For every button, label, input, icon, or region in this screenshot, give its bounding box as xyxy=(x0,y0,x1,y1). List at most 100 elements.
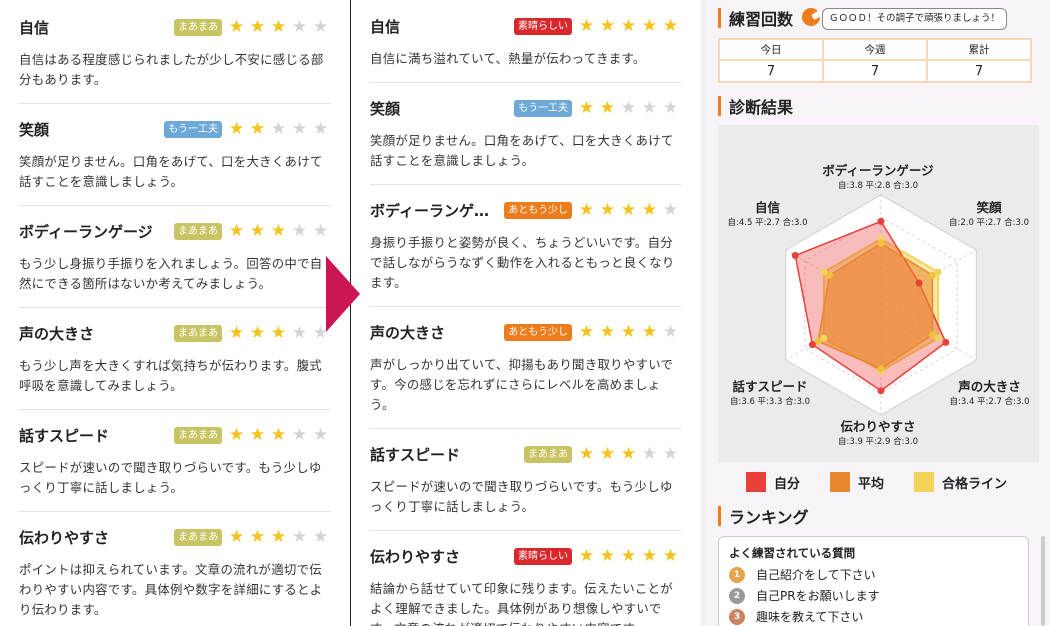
rating-badge: まあまあ xyxy=(174,528,222,546)
star-icon: ★ xyxy=(249,220,266,241)
ranking-row[interactable]: 1 自己紹介をして下さい xyxy=(729,564,1018,585)
star-rating: ★ ★ ★ ★ ★ xyxy=(576,321,681,342)
evaluation-item: 話すスピード まあまあ ★ ★ ★ ★ ★ スピードが速いので聞き取りづらいです。もう少しゆっ… xyxy=(370,441,681,531)
evaluation-comment: 笑顔が足りません。口角をあげて、口を大きくあけて話すことを意識しましょう。 xyxy=(19,154,323,189)
star-icon: ★ xyxy=(270,322,287,343)
star-icon: ★ xyxy=(662,545,679,566)
ranking-label: 自己紹介をして下さい xyxy=(756,568,876,582)
scrollbar[interactable] xyxy=(1041,536,1045,626)
star-icon: ★ xyxy=(662,321,679,342)
star-icon: ★ xyxy=(662,15,679,36)
evaluation-title: 声の大きさ xyxy=(370,323,446,342)
star-rating: ★ ★ ★ ★ ★ xyxy=(226,118,331,139)
rating-badge: 素晴らしい xyxy=(514,547,572,565)
star-icon: ★ xyxy=(620,443,637,464)
evaluation-item: 自信 素晴らしい ★ ★ ★ ★ ★ 自信に満ち溢れていて、熱量が伝わってきます。 xyxy=(370,13,681,83)
left-evaluation-panel[interactable]: 自信 まあまあ ★ ★ ★ ★ ★ 自信はある程度感じられましたが少し不安に感じる部分もありま… xyxy=(0,0,349,626)
star-icon: ★ xyxy=(620,199,637,220)
radar-label-speed: 話すスピード 自:3.6 平:3.3 合:3.0 xyxy=(720,376,820,407)
practice-count-header: 練習回数 ＧＯＯＤ！その調子で頑張りましょう！ xyxy=(706,4,1050,30)
legend-item-average: 平均 xyxy=(830,472,884,492)
evaluation-title: 話すスピード xyxy=(370,445,461,464)
medal-bronze-icon: 3 xyxy=(729,608,745,625)
evaluation-header: 伝わりやすさ まあまあ ★ ★ ★ ★ ★ xyxy=(19,524,331,550)
star-rating: ★ ★ ★ ★ ★ xyxy=(576,545,681,566)
radar-label-clarity: 伝わりやすさ 自:3.9 平:2.9 合:3.0 xyxy=(828,416,928,447)
evaluation-item: 伝わりやすさ まあまあ ★ ★ ★ ★ ★ ポイントは抑えられています。文章の流れが適切で伝わ… xyxy=(19,524,331,626)
ranking-row[interactable]: 3 趣味を教えて下さい xyxy=(729,606,1018,626)
star-rating: ★ ★ ★ ★ ★ xyxy=(226,424,331,445)
radar-chart: ボディーランゲージ 自:3.8 平:2.8 合:3.0 笑顔 自:2.0 平:2… xyxy=(718,125,1039,462)
evaluation-comment: もう少し身振り手振りを入れましょう。回答の中で自然にできる箇所はないか考えてみま… xyxy=(19,256,323,291)
evaluation-header: 声の大きさ あともう少し ★ ★ ★ ★ ★ xyxy=(370,319,681,345)
arrow-right-icon xyxy=(326,256,360,332)
radar-point-self xyxy=(942,338,950,346)
rating-badge: 素晴らしい xyxy=(514,17,572,35)
radar-point-self xyxy=(808,341,816,349)
evaluation-item: 笑顔 もう一工夫 ★ ★ ★ ★ ★ 笑顔が足りません。口角をあげて、口を大きくあけて話すこと… xyxy=(19,116,331,206)
evaluation-header: 声の大きさ まあまあ ★ ★ ★ ★ ★ xyxy=(19,320,331,346)
star-icon: ★ xyxy=(641,443,658,464)
count-value-today: 7 xyxy=(718,59,824,83)
axis-values: 自:3.9 平:2.9 合:3.0 xyxy=(837,437,919,447)
axis-name: ボディーランゲージ xyxy=(822,163,934,178)
star-icon: ★ xyxy=(599,199,616,220)
star-rating: ★ ★ ★ ★ ★ xyxy=(576,199,681,220)
evaluation-comment: 声がしっかり出ていて、抑揚もあり聞き取りやすいです。今の感じを忘れずにさらにレベ… xyxy=(370,357,674,412)
star-icon: ★ xyxy=(270,220,287,241)
star-icon: ★ xyxy=(270,424,287,445)
star-rating: ★ ★ ★ ★ ★ xyxy=(576,99,681,117)
star-icon: ★ xyxy=(662,443,679,464)
evaluation-list-left: 自信 まあまあ ★ ★ ★ ★ ★ 自信はある程度感じられましたが少し不安に感じる部分もありま… xyxy=(0,14,349,626)
ranking-box: よく練習されている質問 1 自己紹介をして下さい 2 自己PRをお願いします 3… xyxy=(718,536,1029,626)
evaluation-comment: もう少し声を大きくすれば気持ちが伝わります。腹式呼吸を意識してみましょう。 xyxy=(19,358,322,393)
radar-point-average xyxy=(877,239,885,247)
star-icon: ★ xyxy=(249,424,266,445)
star-icon: ★ xyxy=(228,322,245,343)
evaluation-item: 笑顔 もう一工夫 ★ ★ ★ ★ ★ 笑顔が足りません。口角をあげて、口を大きくあけて話すこと… xyxy=(370,95,681,185)
rating-badge: あともう少し xyxy=(504,323,572,341)
star-icon: ★ xyxy=(641,15,658,36)
star-icon: ★ xyxy=(641,321,658,342)
star-icon: ★ xyxy=(599,545,616,566)
diagnosis-title: 診断結果 xyxy=(729,98,794,117)
star-icon: ★ xyxy=(578,15,595,36)
star-icon: ★ xyxy=(228,118,245,139)
results-panel[interactable]: 練習回数 ＧＯＯＤ！その調子で頑張りましょう！ 今日 今週 累計 7 7 7 診… xyxy=(706,0,1050,626)
star-icon: ★ xyxy=(291,322,308,343)
rating-badge: もう一工夫 xyxy=(164,120,222,138)
evaluation-header: 話すスピード まあまあ ★ ★ ★ ★ ★ xyxy=(19,422,331,448)
evaluation-title: 笑顔 xyxy=(370,99,401,118)
ranking-label: 趣味を教えて下さい xyxy=(756,610,864,624)
evaluation-comment: スピードが速いので聞き取りづらいです。もう少しゆっくり丁寧に話しましょう。 xyxy=(370,479,673,514)
star-icon: ★ xyxy=(228,526,245,547)
ranking-row[interactable]: 2 自己PRをお願いします xyxy=(729,585,1018,606)
rating-badge: まあまあ xyxy=(174,222,222,240)
star-rating: ★ ★ ★ ★ ★ xyxy=(576,443,681,464)
star-icon: ★ xyxy=(249,322,266,343)
evaluation-comment: 身振り手振りと姿勢が良く、ちょうどいいです。自分で話しながらうなずく動作を入れる… xyxy=(370,235,675,290)
axis-values: 自:4.5 平:2.7 合:3.0 xyxy=(727,218,808,228)
rating-badge: まあまあ xyxy=(174,18,222,36)
radar-point-average xyxy=(877,365,885,373)
star-icon: ★ xyxy=(599,443,616,464)
star-icon: ★ xyxy=(270,526,287,547)
radar-label-confidence: 自信 自:4.5 平:2.7 合:3.0 xyxy=(720,197,815,228)
star-icon: ★ xyxy=(312,118,329,139)
count-header-week: 今週 xyxy=(822,38,928,61)
encouragement-bubble: ＧＯＯＤ！その調子で頑張りましょう！ xyxy=(822,8,1008,30)
radar-legend: 自分 平均 合格ライン xyxy=(746,472,1007,492)
practice-title: 練習回数 xyxy=(729,10,794,29)
medal-gold-icon: 1 xyxy=(729,566,745,583)
star-icon: ★ xyxy=(270,16,287,37)
star-icon: ★ xyxy=(228,424,245,445)
count-header-total: 累計 xyxy=(926,38,1032,61)
axis-name: 自信 xyxy=(754,200,780,215)
evaluation-title: ボディーランゲージ xyxy=(19,222,153,241)
evaluation-title: ボディーランゲ… xyxy=(370,201,489,220)
trumpet-icon xyxy=(802,8,820,26)
mid-evaluation-panel[interactable]: 自信 素晴らしい ★ ★ ★ ★ ★ 自信に満ち溢れていて、熱量が伝わってきます。 笑顔 もう一工… xyxy=(350,0,701,626)
axis-values: 自:3.8 平:2.8 合:3.0 xyxy=(837,181,919,191)
star-icon: ★ xyxy=(578,199,595,220)
evaluation-title: 声の大きさ xyxy=(19,324,95,343)
